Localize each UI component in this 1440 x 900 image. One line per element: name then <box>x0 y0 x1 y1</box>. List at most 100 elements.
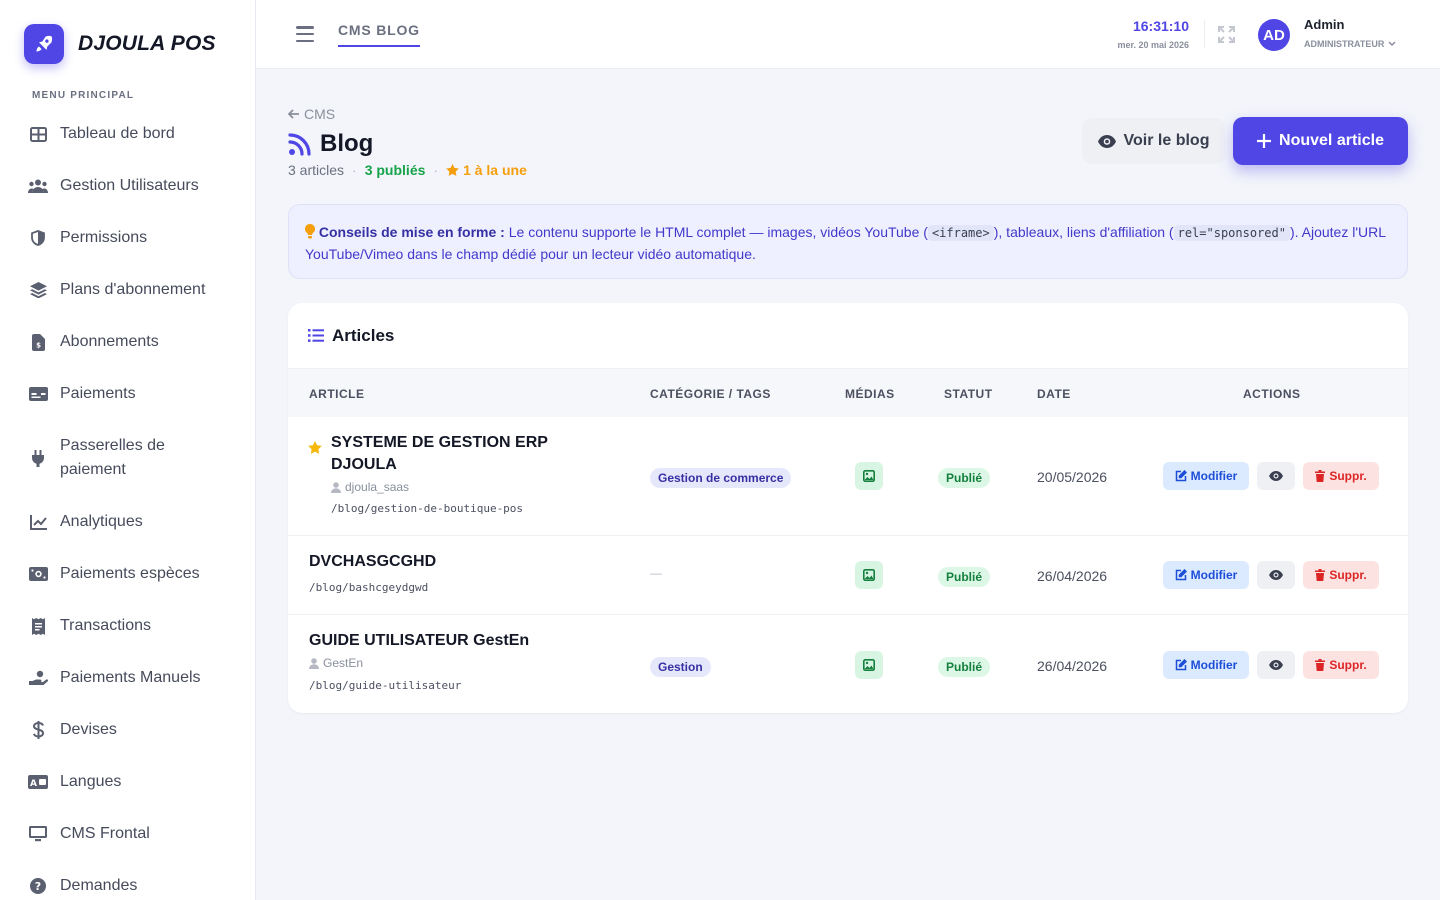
article-date: 26/04/2026 <box>1037 568 1108 584</box>
shield-icon <box>28 228 48 248</box>
sidebar-item-permissions[interactable]: Permissions <box>0 212 256 264</box>
category-tag: Gestion de commerce <box>650 468 792 488</box>
tip-text: Le contenu supporte le HTML complet — im… <box>504 224 928 240</box>
user-role: ADMINISTRATEUR <box>1304 39 1396 49</box>
delete-button-label: Suppr. <box>1329 568 1367 582</box>
status-badge: Publié <box>938 567 991 587</box>
sidebar-item-gateways[interactable]: Passerelles de paiement <box>0 420 256 496</box>
back-link[interactable]: CMS <box>288 106 335 122</box>
article-title[interactable]: DVCHASGCGHD <box>309 551 436 573</box>
sidebar-item-cash-payments[interactable]: Paiements espèces <box>0 548 256 600</box>
sidebar-item-label: Paiements Manuels <box>60 669 201 686</box>
sidebar-item-label: Devises <box>60 721 117 738</box>
sidebar-item-label: Demandes <box>60 877 138 894</box>
articles-card-title: Articles <box>332 325 395 345</box>
eye-icon <box>1097 134 1116 148</box>
category-empty: — <box>650 566 662 580</box>
fullscreen-icon[interactable] <box>1218 26 1235 48</box>
table-row: GUIDE UTILISATEUR GestEn GestEn /blog/gu… <box>288 615 1408 713</box>
page-title-text: Blog <box>320 130 374 157</box>
sidebar-item-label: Langues <box>60 773 122 790</box>
column-status: STATUT <box>944 387 993 401</box>
edit-button-label: Modifier <box>1190 658 1238 672</box>
article-title-line: DJOULA <box>331 456 397 473</box>
sidebar-item-payments[interactable]: Paiements <box>0 368 256 420</box>
clock-date: mer. 20 mai 2026 <box>1117 40 1189 50</box>
lightbulb-icon <box>305 224 315 239</box>
edit-icon <box>1175 470 1187 482</box>
edit-button[interactable]: Modifier <box>1163 561 1249 589</box>
brand[interactable]: DJOULA POS <box>24 24 216 64</box>
articles-card: Articles ARTICLE CATÉGORIE / TAGS MÉDIAS… <box>288 303 1408 713</box>
trash-icon <box>1315 569 1326 581</box>
arrow-left-icon <box>288 109 299 119</box>
preview-button[interactable] <box>1257 462 1295 490</box>
delete-button[interactable]: Suppr. <box>1303 651 1379 679</box>
sidebar-item-dashboard[interactable]: Tableau de bord <box>0 108 256 160</box>
sidebar-item-label: Paiements <box>60 385 136 402</box>
sidebar-item-analytics[interactable]: Analytiques <box>0 496 256 548</box>
tab-cms-blog[interactable]: CMS BLOG <box>338 22 420 47</box>
preview-button[interactable] <box>1257 651 1295 679</box>
avatar[interactable]: AD <box>1258 19 1290 51</box>
article-author-name: djoula_saas <box>345 480 410 494</box>
sidebar-item-label: Passerelles de paiement <box>60 437 165 478</box>
category-tag: Gestion <box>650 657 711 677</box>
separator-dot: · <box>433 162 439 178</box>
sidebar-item-label: Abonnements <box>60 333 159 350</box>
column-category: CATÉGORIE / TAGS <box>650 387 771 401</box>
new-article-label: Nouvel article <box>1279 132 1384 149</box>
edit-button[interactable]: Modifier <box>1163 462 1249 490</box>
article-date: 20/05/2026 <box>1037 469 1108 485</box>
tip-title: Conseils de mise en forme : <box>318 224 505 240</box>
article-title-line: DVCHASGCGHD <box>309 553 437 570</box>
cash-icon <box>28 564 48 584</box>
layers-icon <box>28 280 48 300</box>
article-title[interactable]: GUIDE UTILISATEUR GestEn <box>309 630 529 652</box>
hamburger-menu-icon[interactable] <box>296 26 314 42</box>
table-row: DVCHASGCGHD /blog/bashcgeydgwd — Publié … <box>288 536 1408 615</box>
sidebar-item-subscriptions[interactable]: $ Abonnements <box>0 316 256 368</box>
dollar-icon <box>28 720 48 740</box>
user-icon <box>331 481 341 493</box>
delete-button-label: Suppr. <box>1329 469 1367 483</box>
delete-button[interactable]: Suppr. <box>1303 462 1379 490</box>
edit-button[interactable]: Modifier <box>1163 651 1249 679</box>
dashboard-grid-icon <box>28 124 48 144</box>
sidebar: DJOULA POS MENU PRINCIPAL Tableau de bor… <box>0 0 256 900</box>
users-icon <box>28 176 48 196</box>
view-blog-button[interactable]: Voir le blog <box>1082 118 1225 164</box>
delete-button[interactable]: Suppr. <box>1303 561 1379 589</box>
sidebar-item-label: Analytiques <box>60 513 143 530</box>
user-menu[interactable]: Admin ADMINISTRATEUR <box>1304 17 1396 49</box>
formatting-tip: Conseils de mise en forme : Le contenu s… <box>288 204 1408 279</box>
sidebar-item-label: Gestion Utilisateurs <box>60 177 199 194</box>
article-slug: /blog/gestion-de-boutique-pos <box>331 502 524 515</box>
new-article-button[interactable]: Nouvel article <box>1233 117 1408 165</box>
sidebar-item-cms-frontal[interactable]: CMS Frontal <box>0 808 256 860</box>
sidebar-item-plans[interactable]: Plans d'abonnement <box>0 264 256 316</box>
sidebar-item-transactions[interactable]: Transactions <box>0 600 256 652</box>
preview-button[interactable] <box>1257 561 1295 589</box>
status-badge: Publié <box>938 468 991 488</box>
sidebar-item-requests[interactable]: ? Demandes <box>0 860 256 900</box>
article-slug: /blog/guide-utilisateur <box>309 679 462 692</box>
sidebar-item-languages[interactable]: A Langues <box>0 756 256 808</box>
article-title-line: GUIDE UTILISATEUR GestEn <box>309 632 530 649</box>
list-icon <box>308 329 324 342</box>
receipt-icon <box>28 616 48 636</box>
stat-articles: 3 articles <box>288 162 345 178</box>
sidebar-item-currencies[interactable]: Devises <box>0 704 256 756</box>
user-role-label: ADMINISTRATEUR <box>1304 39 1385 49</box>
edit-icon <box>1175 569 1187 581</box>
article-author: djoula_saas <box>331 480 409 494</box>
sidebar-item-users[interactable]: Gestion Utilisateurs <box>0 160 256 212</box>
sidebar-menu: Tableau de bord Gestion Utilisateurs Per… <box>0 108 256 900</box>
svg-text:A: A <box>30 779 37 789</box>
article-title[interactable]: SYSTEME DE GESTION ERP DJOULA <box>331 432 548 476</box>
edit-icon <box>1175 659 1187 671</box>
sidebar-item-manual-payments[interactable]: Paiements Manuels <box>0 652 256 704</box>
star-icon <box>446 164 459 176</box>
tip-text: ), tableaux, liens d'affiliation ( <box>993 224 1174 240</box>
clock-time: 16:31:10 <box>1132 18 1189 34</box>
